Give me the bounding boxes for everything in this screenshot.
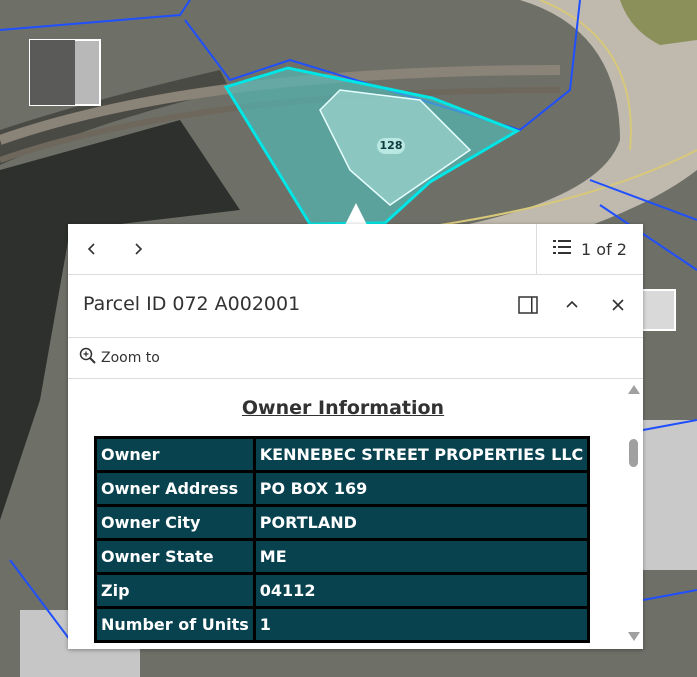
attribute-label: Owner City [97, 507, 253, 538]
close-icon[interactable] [606, 293, 630, 317]
attribute-value: PORTLAND [255, 507, 588, 538]
chevron-left-icon[interactable] [80, 237, 104, 261]
attribute-label: Owner Address [97, 473, 253, 504]
scrollbar[interactable] [627, 379, 641, 649]
table-row: Owner State ME [97, 541, 588, 572]
table-row: Number of Units 1 [97, 609, 588, 640]
feature-counter-text: 1 of 2 [581, 239, 627, 259]
zoom-in-icon [79, 347, 97, 369]
chevron-right-icon[interactable] [126, 237, 150, 261]
attribute-value: 04112 [255, 575, 588, 606]
zoom-to-label: Zoom to [101, 350, 160, 366]
section-title: Owner Information [241, 397, 445, 419]
attribute-table: Owner KENNEBEC STREET PROPERTIES LLC Owner… [94, 436, 591, 643]
attribute-value: 1 [255, 609, 588, 640]
attribute-label: Owner [97, 439, 253, 470]
parcel-number-label: 128 [377, 138, 405, 154]
dock-side-icon[interactable] [516, 293, 540, 317]
popup-content: Owner Information Owner KENNEBEC STREET P… [68, 379, 643, 649]
chevron-up-icon[interactable] [560, 293, 584, 317]
scrollbar-thumb[interactable] [629, 439, 638, 467]
attribute-value: ME [255, 541, 588, 572]
zoom-to-button[interactable]: Zoom to [79, 347, 160, 369]
attribute-value: KENNEBEC STREET PROPERTIES LLC [255, 439, 588, 470]
feature-counter-button[interactable]: 1 of 2 [536, 224, 643, 274]
table-row: Owner City PORTLAND [97, 507, 588, 538]
attribute-label: Zip [97, 575, 253, 606]
popup-title: Parcel ID 072 A002001 [83, 293, 301, 315]
attribute-label: Owner State [97, 541, 253, 572]
popup-header: Parcel ID 072 A002001 [68, 275, 643, 338]
list-icon [553, 239, 572, 259]
attribute-label: Number of Units [97, 609, 253, 640]
scroll-down-arrow-icon[interactable] [628, 632, 640, 641]
popup-nav-bar: 1 of 2 [68, 224, 643, 275]
popup-actions-bar: Zoom to [68, 338, 643, 379]
table-row: Owner KENNEBEC STREET PROPERTIES LLC [97, 439, 588, 470]
popup-pointer [345, 203, 367, 225]
table-row: Owner Address PO BOX 169 [97, 473, 588, 504]
table-row: Zip 04112 [97, 575, 588, 606]
attribute-value: PO BOX 169 [255, 473, 588, 504]
parcel-popup: 1 of 2 Parcel ID 072 A002001 Zoom to Own… [68, 224, 643, 649]
scroll-up-arrow-icon[interactable] [628, 385, 640, 394]
